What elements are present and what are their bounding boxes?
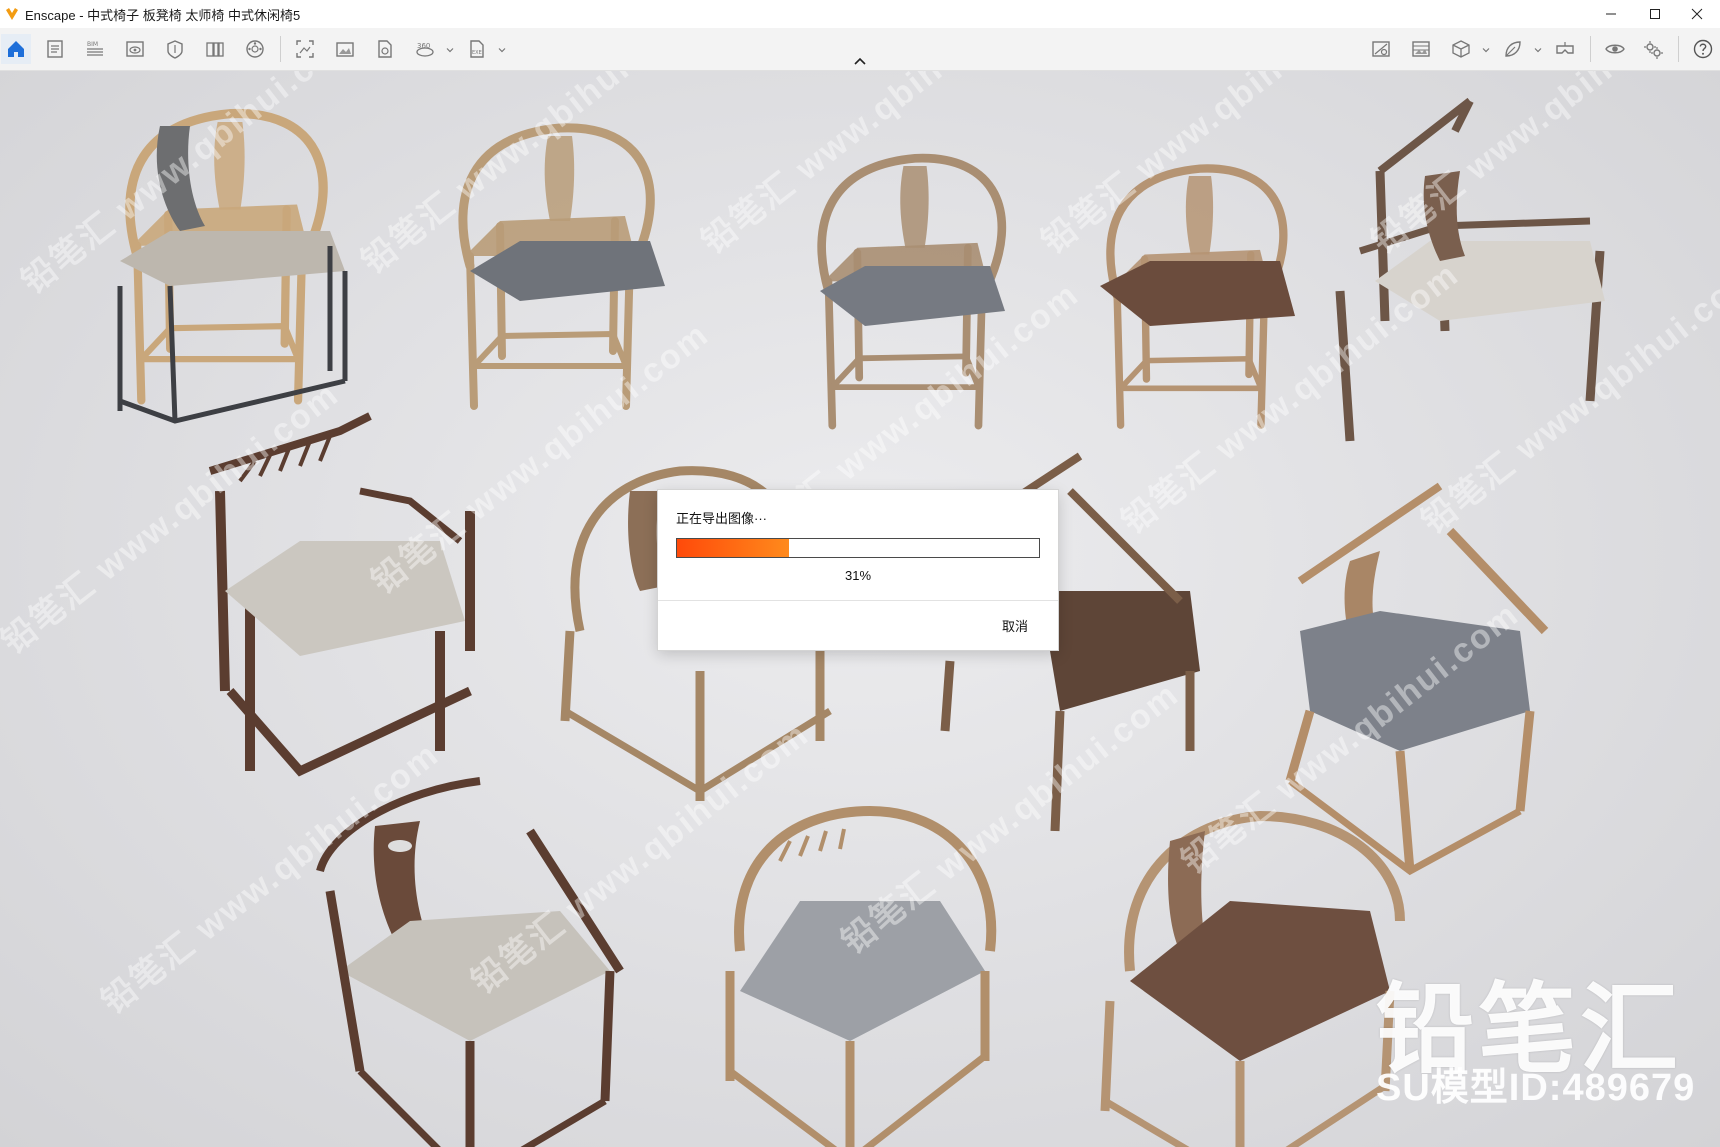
settings-icon — [1644, 41, 1663, 59]
site-context-icon — [167, 40, 183, 59]
standalone-exe-icon: EXE — [470, 40, 484, 58]
title-bar: Enscape - 中式椅子 板凳椅 太师椅 中式休闲椅5 — [0, 0, 1720, 28]
export-dropdown[interactable] — [497, 42, 507, 53]
image-compare-icon — [1412, 41, 1430, 57]
batch-render-button[interactable] — [330, 34, 360, 64]
vr-headset-icon — [1556, 42, 1574, 54]
asset-library-icon — [206, 42, 224, 57]
close-icon — [1691, 8, 1703, 20]
toolbar-separator — [280, 36, 281, 62]
export-progress-bar — [676, 538, 1040, 558]
material-editor-icon — [246, 40, 264, 58]
chair-row3-3 — [1100, 810, 1405, 1147]
orthographic-button[interactable] — [1446, 34, 1476, 64]
atmosphere-icon — [1505, 41, 1521, 57]
dialog-divider — [658, 600, 1058, 601]
bim-icon: BIM — [87, 41, 103, 56]
chevron-down-icon — [498, 48, 506, 53]
progress-percent: 31% — [844, 568, 872, 583]
projection-dropdown[interactable] — [1481, 42, 1491, 53]
cancel-button[interactable]: 取消 — [1002, 616, 1028, 635]
chevron-down-icon — [446, 48, 454, 53]
material-editor-button[interactable] — [240, 34, 270, 64]
collapse-toolbar-icon[interactable] — [852, 54, 868, 68]
help-button[interactable] — [1688, 34, 1718, 64]
svg-text:BIM: BIM — [87, 41, 98, 48]
visibility-button[interactable] — [1600, 34, 1630, 64]
safe-frame-button[interactable] — [1366, 34, 1396, 64]
atmosphere-button[interactable] — [1498, 34, 1528, 64]
enscape-logo-icon — [6, 8, 18, 20]
safe-frame-icon — [1372, 41, 1390, 57]
window-title: Enscape - 中式椅子 板凳椅 太师椅 中式休闲椅5 — [25, 7, 301, 23]
site-context-button[interactable] — [160, 34, 190, 64]
minimize-icon — [1606, 13, 1616, 15]
watermark-model-id: SU模型ID:489679 — [1376, 1067, 1696, 1109]
document-export-button[interactable] — [370, 34, 400, 64]
view-icon — [126, 41, 144, 57]
export-exe-button[interactable]: EXE — [462, 34, 492, 64]
documents-icon — [47, 40, 63, 58]
documents-button[interactable] — [40, 34, 70, 64]
views-button[interactable] — [120, 34, 150, 64]
toolbar-separator — [1678, 36, 1679, 62]
maximize-icon — [1650, 9, 1660, 19]
svg-text:EXE: EXE — [472, 50, 482, 56]
panorama-dropdown[interactable] — [445, 42, 455, 53]
batch-render-icon — [336, 42, 354, 57]
vr-button[interactable] — [1550, 34, 1580, 64]
dialog-title: 正在导出图像··· — [676, 511, 767, 526]
progress-fill — [677, 539, 790, 557]
close-button[interactable] — [1674, 0, 1720, 28]
orthographic-icon — [1452, 40, 1470, 58]
visibility-icon — [1605, 44, 1625, 54]
image-compare-button[interactable] — [1406, 34, 1436, 64]
chevron-down-icon — [1534, 48, 1542, 53]
maximize-button[interactable] — [1632, 0, 1678, 28]
asset-library-button[interactable] — [200, 34, 230, 64]
export-progress-dialog: 正在导出图像··· 31% 取消 — [658, 490, 1058, 650]
toolbar-separator — [1590, 36, 1591, 62]
help-icon — [1693, 39, 1713, 59]
document-export-icon — [378, 40, 392, 58]
bim-button[interactable]: BIM — [80, 34, 110, 64]
minimize-button[interactable] — [1588, 0, 1634, 28]
screenshot-button[interactable] — [290, 34, 320, 64]
panorama-360-icon: 360 — [416, 42, 434, 57]
screenshot-icon — [296, 40, 314, 58]
home-button[interactable] — [1, 34, 31, 64]
home-icon — [8, 41, 24, 57]
atmosphere-dropdown[interactable] — [1533, 42, 1543, 53]
settings-button[interactable] — [1638, 34, 1668, 64]
panorama-button[interactable]: 360 — [410, 34, 440, 64]
chevron-down-icon — [1482, 48, 1490, 53]
